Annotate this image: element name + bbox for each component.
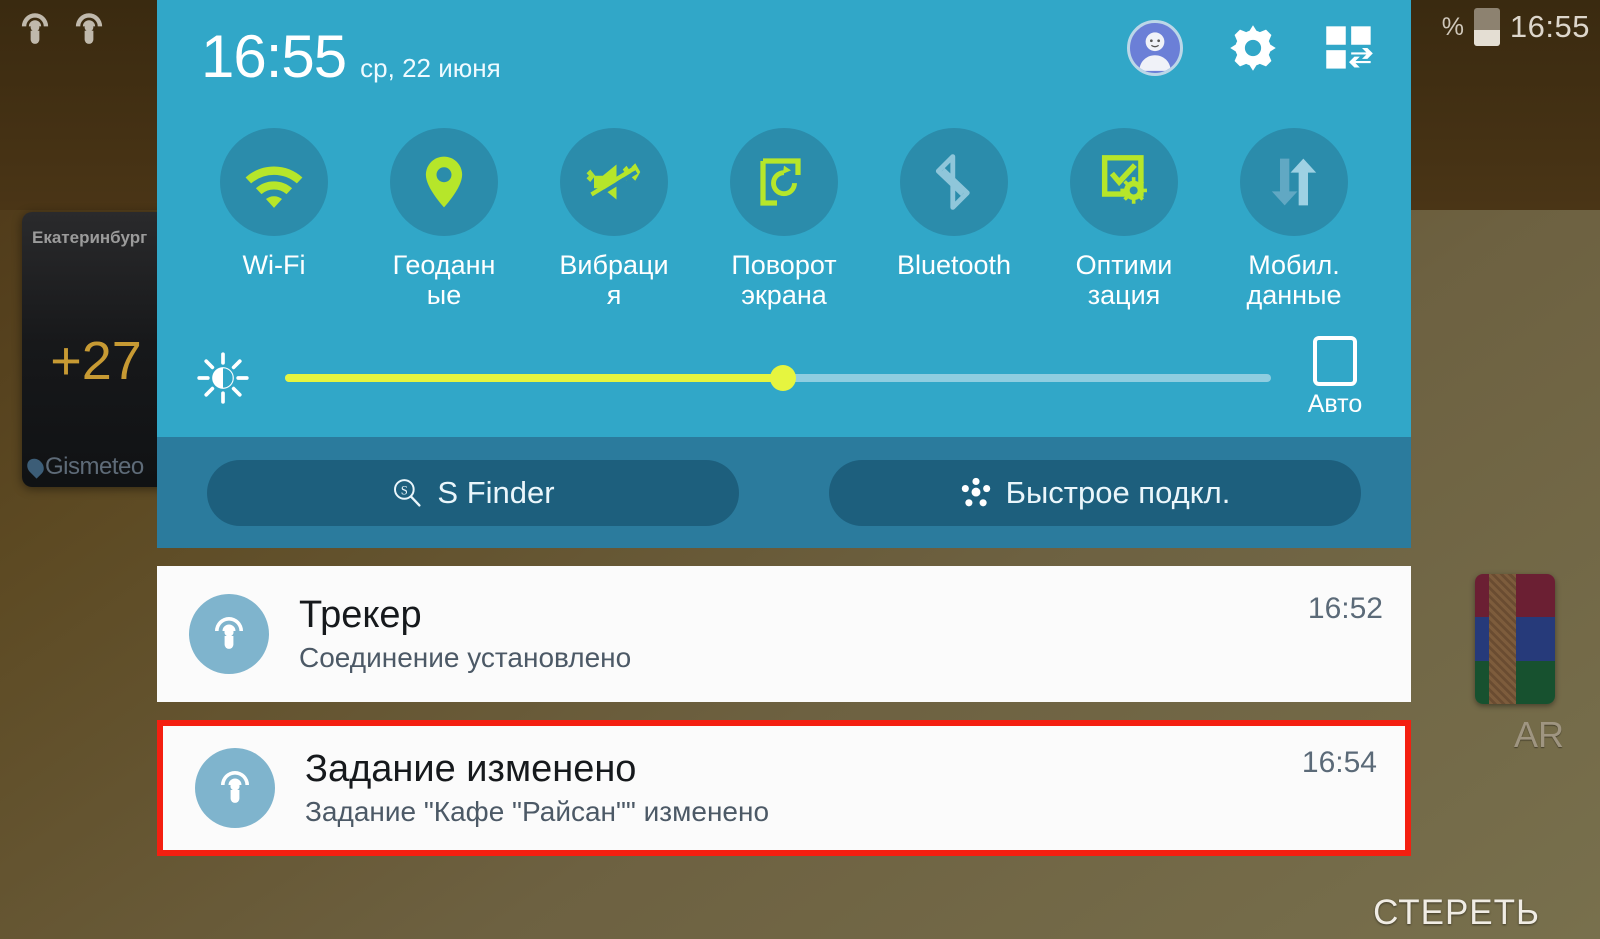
gear-icon [1230,25,1276,71]
edit-toggles-button[interactable] [1323,22,1375,74]
notification-time: 16:54 [1301,746,1377,779]
auto-brightness-label: Авто [1307,390,1363,418]
quick-toggles-row: Wi-Fi Геоданные Вибраци я Поворот экрана… [157,128,1411,310]
toggle-location-label: Геоданные [392,250,496,311]
toggle-location[interactable]: Геоданные [369,128,519,310]
tracker-icon [215,617,243,649]
notification-list: Трекер Соединение установлено 16:52 Зада… [157,566,1411,856]
toggle-screen-rotation[interactable]: Поворот экрана [709,128,859,310]
auto-brightness-checkbox[interactable] [1313,336,1357,386]
toggle-vibration-circle [560,128,668,236]
notification-item[interactable]: Задание изменено Задание "Кафе "Райсан""… [157,720,1411,856]
statusbar-right: % 16:55 [1442,8,1590,46]
s-finder-label: S Finder [437,474,555,510]
svg-text:S: S [401,483,408,497]
toggle-mobile-data-label: Мобил. данные [1246,250,1342,311]
notification-app-icon [195,748,275,828]
android-screen: % 16:55 Екатеринбург +27 Gismeteo AR СТЕ… [0,0,1600,939]
wifi-icon [245,166,303,208]
user-avatar[interactable] [1127,20,1183,76]
toggle-location-circle [390,128,498,236]
toggle-bluetooth-label: Bluetooth [896,250,1012,280]
weather-brand-text: Gismeteo [45,453,144,480]
toggle-mobile-data[interactable]: Мобил. данные [1219,128,1369,310]
notification-body: Задание изменено Задание "Кафе "Райсан""… [305,748,1302,829]
avatar-icon [1139,32,1171,71]
tracker-icon [21,13,49,44]
notification-text: Задание "Кафе "Райсан"" изменено [305,796,770,828]
toggle-bluetooth[interactable]: Bluetooth [879,128,1029,310]
toggle-wifi[interactable]: Wi-Fi [199,128,349,310]
water-drop-icon [23,455,48,479]
notification-item[interactable]: Трекер Соединение установлено 16:52 [157,566,1411,702]
notification-text: Соединение установлено [299,642,632,674]
quick-actions-band: S S Finder Быстрое подкл. [157,437,1411,548]
notification-panel: 16:55 ср, 22 июня Wi-Fi Геоданные Вибрац… [157,0,1411,856]
clear-notifications-button[interactable]: СТЕРЕТЬ [1373,893,1540,933]
panel-clock-time: 16:55 [201,23,347,90]
toggle-wifi-label: Wi-Fi [242,250,306,280]
quick-settings-header: 16:55 ср, 22 июня Wi-Fi Геоданные Вибрац… [157,0,1411,437]
vibrate-mute-icon [586,163,641,202]
toggle-screen-rotation-label: Поворот экрана [731,250,837,311]
toggle-mobile-data-circle [1240,128,1348,236]
battery-percent-symbol: % [1441,12,1464,41]
quick-connect-icon [961,477,990,506]
panel-header-actions [1127,20,1375,76]
toggle-vibration-label: Вибраци я [559,250,669,311]
folder-widget[interactable] [1475,574,1555,704]
gismeteo-logo: Gismeteo [23,453,144,481]
brightness-slider[interactable] [285,358,1271,398]
screen-rotation-icon [760,158,801,206]
bluetooth-icon [935,154,970,210]
location-pin-icon [425,156,463,208]
auto-brightness-toggle[interactable]: Авто [1299,336,1371,419]
quick-connect-label: Быстрое подкл. [1005,474,1231,510]
notification-title: Задание изменено [305,747,637,790]
toggle-optimization[interactable]: Оптими зация [1049,128,1199,310]
toggle-vibration[interactable]: Вибраци я [539,128,689,310]
statusbar-left-icons [14,8,110,50]
edit-grid-icon [1326,26,1373,69]
s-finder-search-icon: S [394,478,422,507]
folder-strap [1489,574,1516,704]
toggle-optimization-label: Оптими зация [1075,250,1173,311]
toggle-optimization-circle [1070,128,1178,236]
panel-clock: 16:55 ср, 22 июня [201,22,501,91]
folder-label: AR [1513,714,1564,755]
toggle-wifi-circle [220,128,328,236]
battery-icon [1473,8,1500,46]
notification-app-icon [189,594,269,674]
weather-widget[interactable]: Екатеринбург +27 Gismeteo [22,212,170,487]
toggle-screen-rotation-circle [730,128,838,236]
s-finder-button[interactable]: S S Finder [207,459,739,526]
notification-time: 16:52 [1307,592,1383,625]
tracker-icon [221,771,249,803]
notification-title: Трекер [299,593,422,636]
tracker-icon [75,13,103,44]
brightness-icon [197,351,249,404]
statusbar-clock: 16:55 [1509,9,1590,44]
weather-city: Екатеринбург [32,228,148,247]
brightness-slider-thumb[interactable] [769,364,796,391]
notification-body: Трекер Соединение установлено [299,594,1308,675]
mobile-data-icon [1271,158,1317,206]
panel-clock-date: ср, 22 июня [360,53,501,83]
settings-button[interactable] [1227,22,1279,74]
brightness-slider-fill [285,373,783,382]
weather-temperature: +27 [50,331,142,391]
quick-connect-button[interactable]: Быстрое подкл. [829,459,1361,526]
brightness-row: Авто [157,336,1411,419]
optimization-icon [1101,155,1147,204]
toggle-bluetooth-circle [900,128,1008,236]
